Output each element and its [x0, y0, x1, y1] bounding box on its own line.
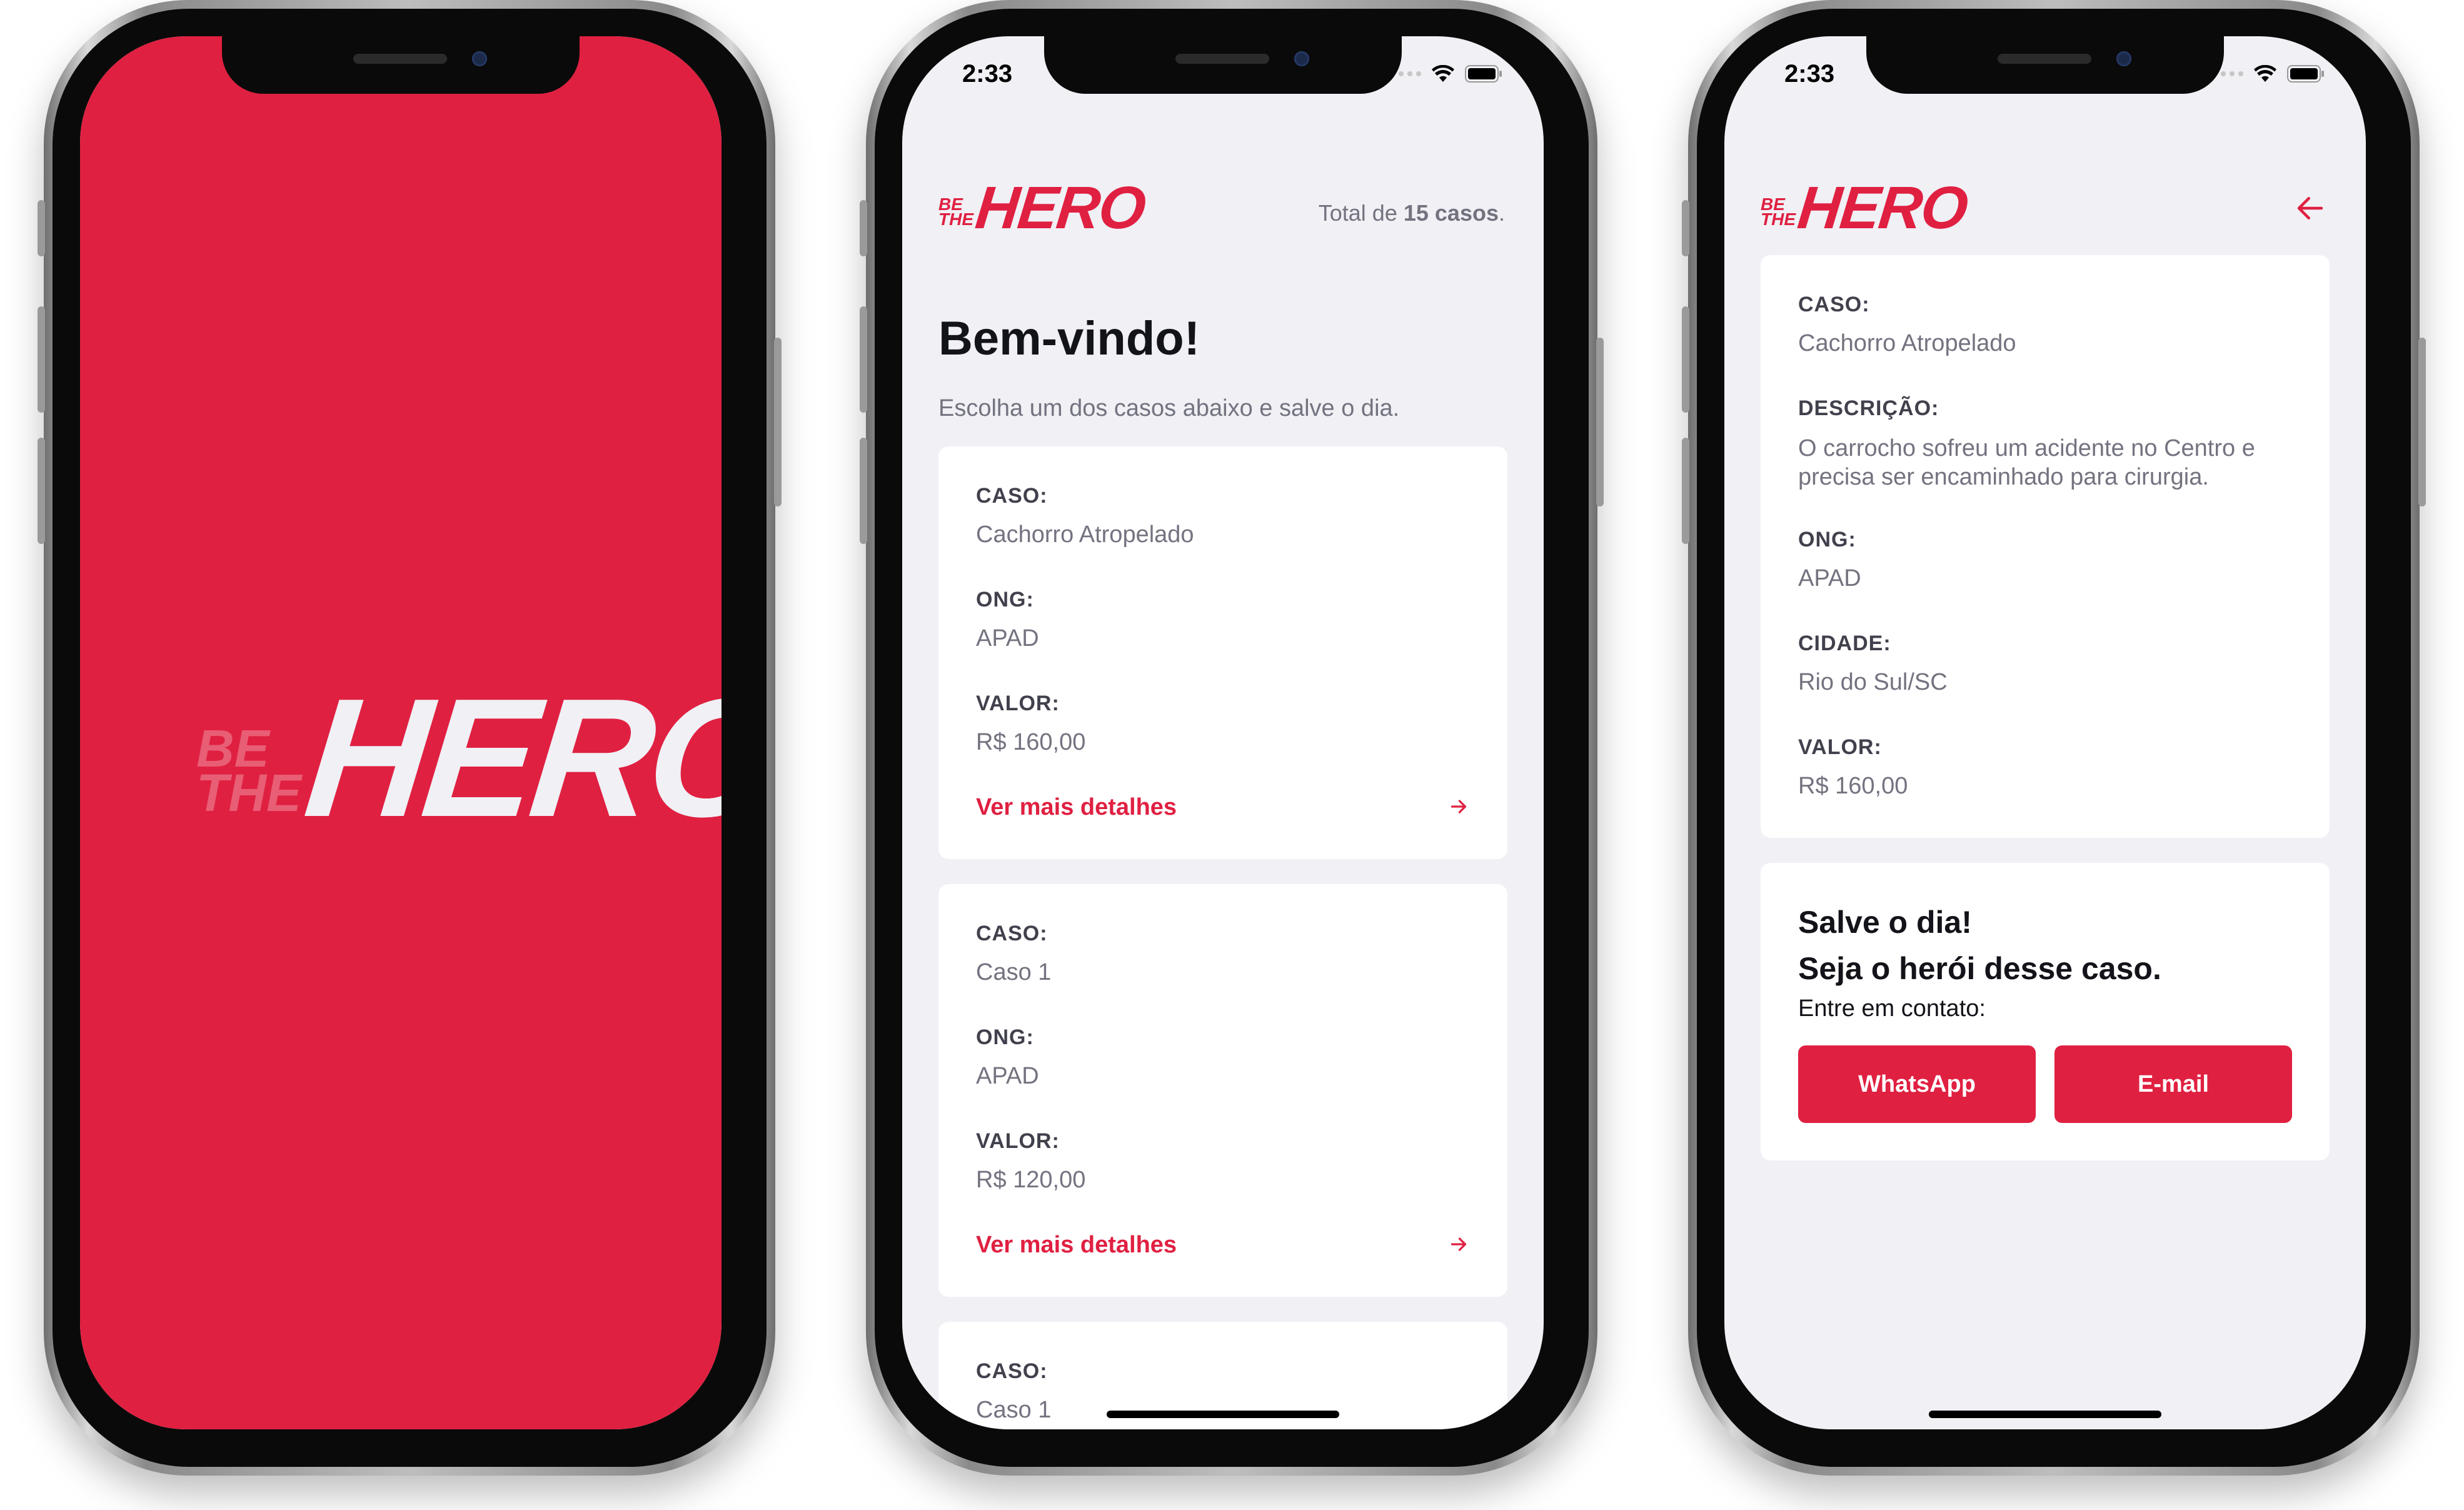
logo-hero: HERO: [1794, 174, 1971, 241]
valor-value: R$ 160,00: [1798, 773, 1908, 799]
logo-the: THE: [196, 763, 301, 822]
arrow-left-icon[interactable]: [2293, 191, 2327, 225]
ong-label: ONG:: [1798, 528, 1856, 551]
caso-value: Cachorro Atropelado: [1798, 330, 2016, 356]
header-total-count: Total de 15 casos.: [1319, 200, 1505, 226]
wifi-icon: [2253, 65, 2277, 83]
notch: [1044, 36, 1402, 94]
volume-down-button: [1682, 438, 1689, 544]
descricao-label: DESCRIÇÃO:: [1798, 396, 1939, 420]
valor-value: R$ 120,00: [976, 1167, 1086, 1193]
phone-list: 2:33 BE THE HERO Total de 15 casos. Bem-…: [860, 0, 1604, 1476]
contact-subtitle: Seja o herói desse caso.: [1798, 951, 2161, 986]
page-title: Bem-vindo!: [938, 312, 1200, 365]
ong-label: ONG:: [976, 588, 1034, 612]
contact-card: Salve o dia! Seja o herói desse caso. En…: [1761, 863, 2330, 1160]
power-button: [774, 338, 782, 506]
mute-switch: [860, 200, 867, 256]
incident-card: CASO: Cachorro Atropelado ONG: APAD VALO…: [938, 446, 1507, 859]
ong-label: ONG:: [976, 1025, 1034, 1049]
notch: [222, 36, 580, 94]
caso-value: Cachorro Atropelado: [976, 521, 1194, 548]
wifi-icon: [1431, 65, 1455, 83]
status-time: 2:33: [962, 60, 1013, 88]
detail-screen: 2:33 BE THE HERO CASO: Cachorro Atropela…: [1724, 36, 2366, 1429]
valor-label: VALOR:: [1798, 735, 1882, 759]
caso-value: Caso 1: [976, 959, 1052, 985]
arrow-right-icon[interactable]: [1447, 1233, 1470, 1256]
descricao-value: O carrocho sofreu um acidente no Centro …: [1798, 435, 2255, 490]
splash-background: BE THE HERO: [80, 36, 722, 1429]
caso-label: CASO:: [976, 484, 1048, 508]
caso-label: CASO:: [1798, 293, 1870, 316]
power-button: [1596, 338, 1604, 506]
caso-value: Caso 1: [976, 1397, 1052, 1423]
header-logo: BE THE HERO: [1761, 174, 1970, 243]
caso-label: CASO:: [976, 1359, 1048, 1383]
notch: [1866, 36, 2224, 94]
page-description: Escolha um dos casos abaixo e salve o di…: [938, 395, 1400, 421]
total-count: 15 casos: [1403, 200, 1499, 226]
valor-value: R$ 160,00: [976, 729, 1086, 755]
contact-description: Entre em contato:: [1798, 995, 1986, 1022]
details-link[interactable]: Ver mais detalhes: [976, 794, 1177, 821]
phone-splash: BE THE HERO: [38, 0, 782, 1476]
whatsapp-button[interactable]: WhatsApp: [1798, 1045, 2036, 1123]
home-indicator[interactable]: [1107, 1411, 1339, 1418]
volume-up-button: [1682, 306, 1689, 413]
ong-value: APAD: [976, 1063, 1039, 1089]
contact-title: Salve o dia!: [1798, 905, 1972, 940]
logo-the: THE: [938, 209, 973, 229]
volume-up-button: [860, 306, 867, 413]
logo-the: THE: [1761, 209, 1796, 229]
incident-card: CASO: Caso 1 ONG: APAD VALOR: R$ 120,00 …: [938, 884, 1507, 1297]
total-suffix: .: [1498, 200, 1505, 226]
splash-screen: BE THE HERO: [80, 36, 722, 1429]
cidade-value: Rio do Sul/SC: [1798, 669, 1948, 695]
volume-down-button: [38, 438, 45, 544]
caso-label: CASO:: [976, 922, 1048, 945]
header-logo: BE THE HERO: [938, 174, 1148, 243]
logo-hero: HERO: [972, 174, 1149, 241]
ong-value: APAD: [1798, 565, 1861, 591]
details-link[interactable]: Ver mais detalhes: [976, 1232, 1177, 1259]
list-screen[interactable]: 2:33 BE THE HERO Total de 15 casos. Bem-…: [902, 36, 1544, 1429]
battery-icon: [2287, 65, 2325, 83]
splash-logo: BE THE HERO: [196, 662, 722, 855]
phone-detail: 2:33 BE THE HERO CASO: Cachorro Atropela…: [1682, 0, 2426, 1476]
cidade-label: CIDADE:: [1798, 632, 1891, 655]
volume-up-button: [38, 306, 45, 413]
power-button: [2418, 338, 2426, 506]
mute-switch: [38, 200, 45, 256]
battery-icon: [1465, 65, 1502, 83]
valor-label: VALOR:: [976, 1129, 1060, 1153]
email-button[interactable]: E-mail: [2054, 1045, 2292, 1123]
ong-value: APAD: [976, 625, 1039, 652]
volume-down-button: [860, 438, 867, 544]
logo-hero: HERO: [298, 664, 722, 852]
home-indicator[interactable]: [1929, 1411, 2161, 1418]
valor-label: VALOR:: [976, 692, 1060, 715]
mute-switch: [1682, 200, 1689, 256]
arrow-right-icon[interactable]: [1447, 795, 1470, 818]
incident-detail-card: CASO: Cachorro Atropelado DESCRIÇÃO: O c…: [1761, 255, 2330, 838]
status-time: 2:33: [1784, 60, 1835, 88]
total-prefix: Total de: [1318, 200, 1404, 226]
